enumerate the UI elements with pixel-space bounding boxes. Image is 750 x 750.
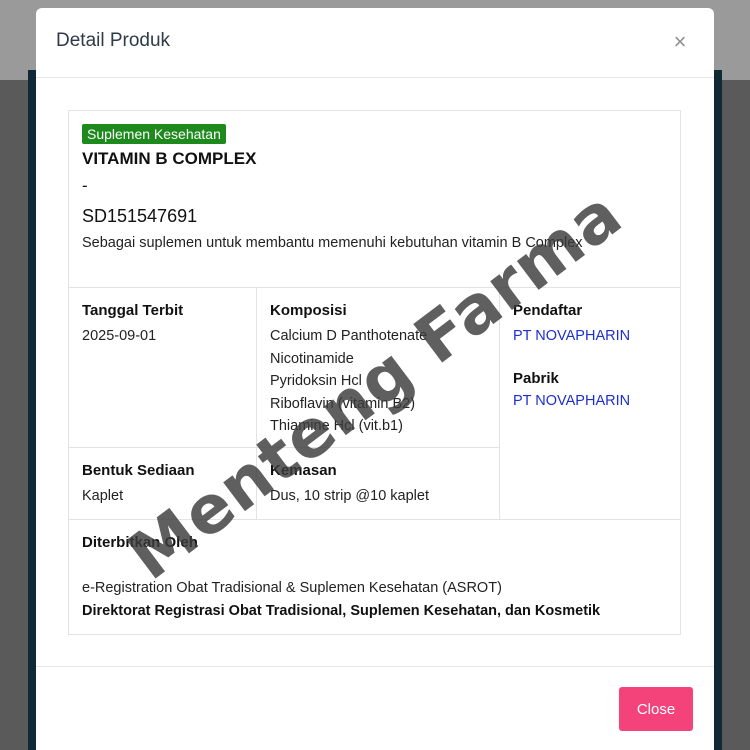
komposisi-item: Thiamine Hcl (vit.b1) [270, 418, 403, 434]
issuer-directorate: Direktorat Registrasi Obat Tradisional, … [82, 603, 601, 619]
komposisi-label: Komposisi [270, 302, 347, 319]
product-card: Suplemen Kesehatan VITAMIN B COMPLEX - S… [68, 110, 681, 635]
modal-header: Detail Produk × [36, 8, 714, 78]
product-description: Sebagai suplemen untuk membantu memenuhi… [82, 235, 583, 251]
pendaftar-pabrik-cell: Pendaftar PT NOVAPHARIN Pabrik PT NOVAPH… [500, 288, 680, 520]
product-detail-modal: Detail Produk × Suplemen Kesehatan VITAM… [36, 8, 714, 750]
komposisi-item: Nicotinamide [270, 350, 354, 367]
kemasan-value: Dus, 10 strip @10 kaplet [270, 488, 429, 504]
komposisi-cell: Komposisi Calcium D Panthotenate Nicotin… [257, 288, 500, 448]
product-summary: Suplemen Kesehatan VITAMIN B COMPLEX - S… [69, 111, 680, 288]
modal-title: Detail Produk [56, 30, 171, 51]
registration-number: SD151547691 [82, 206, 198, 226]
category-badge: Suplemen Kesehatan [82, 124, 226, 144]
kemasan-cell: Kemasan Dus, 10 strip @10 kaplet [257, 448, 500, 520]
tanggal-terbit-cell: Tanggal Terbit 2025-09-01 [69, 288, 257, 448]
komposisi-list: Calcium D Panthotenate Nicotinamide Pyri… [270, 325, 427, 438]
pabrik-label: Pabrik [513, 370, 559, 387]
modal-footer: Close [36, 666, 714, 750]
pabrik-link[interactable]: PT NOVAPHARIN [513, 393, 630, 409]
tanggal-terbit-value: 2025-09-01 [82, 328, 157, 344]
bentuk-sediaan-value: Kaplet [82, 488, 124, 504]
close-button[interactable]: Close [619, 687, 693, 731]
issuer-section: Diterbitkan Oleh e-Registration Obat Tra… [69, 520, 680, 634]
issuer-system: e-Registration Obat Tradisional & Suplem… [82, 580, 502, 596]
product-dash: - [82, 176, 88, 195]
komposisi-item: Pyridoksin Hcl [270, 373, 362, 389]
pendaftar-label: Pendaftar [513, 302, 583, 319]
issuer-label: Diterbitkan Oleh [82, 534, 198, 551]
bentuk-sediaan-cell: Bentuk Sediaan Kaplet [69, 448, 257, 520]
close-icon[interactable]: × [668, 30, 692, 54]
komposisi-item: Riboflavin (vitamin B2) [270, 395, 416, 412]
bentuk-sediaan-label: Bentuk Sediaan [82, 462, 195, 479]
kemasan-label: Kemasan [270, 462, 337, 479]
product-name: VITAMIN B COMPLEX [82, 149, 257, 168]
komposisi-item: Calcium D Panthotenate [270, 328, 428, 344]
tanggal-terbit-label: Tanggal Terbit [82, 302, 184, 319]
pendaftar-link[interactable]: PT NOVAPHARIN [513, 325, 630, 348]
